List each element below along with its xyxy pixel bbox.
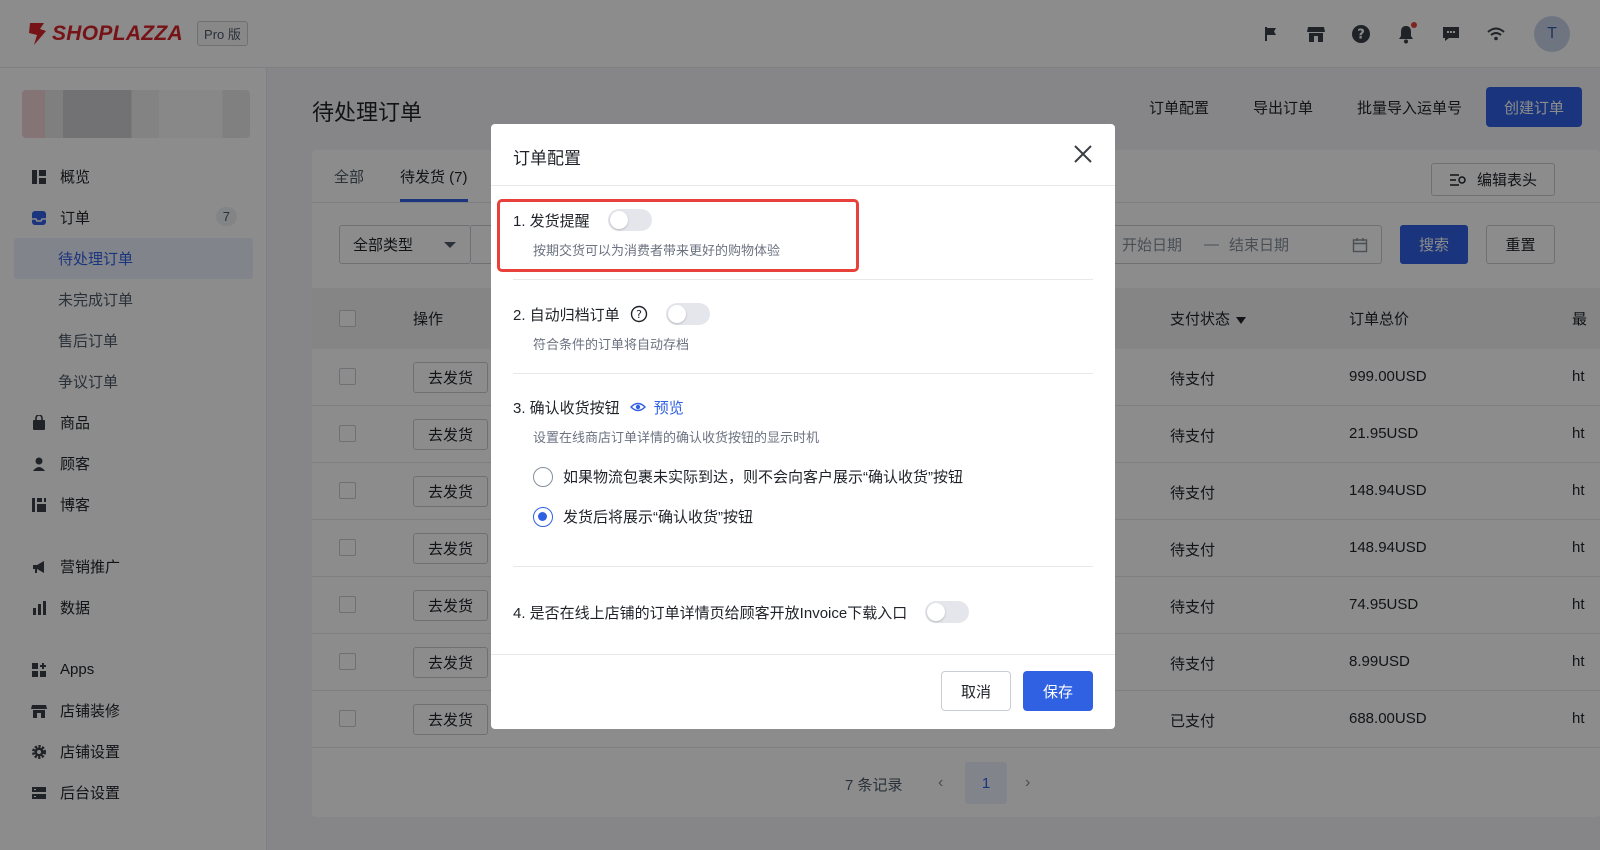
shipping-reminder-toggle[interactable] [607,209,652,231]
question-circle-icon[interactable]: ? [630,305,648,323]
setting-description: 符合条件的订单将自动存档 [533,337,690,352]
order-config-dialog: 订单配置 1. 发货提醒 按期交货可以为消费者带来更好的购物体验 2. 自动归档… [491,124,1115,729]
dialog-footer: 取消 保存 [491,654,1115,729]
radio-option-hide-until-arrived[interactable]: 如果物流包裹未实际到达，则不会向客户展示“确认收货”按钮 [533,466,963,487]
setting-title: 2. 自动归档订单 [513,306,620,324]
preview-link[interactable]: 预览 [629,397,684,418]
radio-label: 发货后将展示“确认收货”按钮 [563,509,753,526]
radio-button[interactable] [533,466,553,487]
eye-icon [629,399,646,415]
setting-description: 按期交货可以为消费者带来更好的购物体验 [533,243,781,258]
setting-shipping-reminder: 1. 发货提醒 按期交货可以为消费者带来更好的购物体验 [513,208,1093,259]
setting-invoice-download: 4. 是否在线上店铺的订单详情页给顾客开放Invoice下载入口 [513,600,1093,624]
radio-label: 如果物流包裹未实际到达，则不会向客户展示“确认收货”按钮 [563,469,963,486]
close-icon[interactable] [1069,140,1097,168]
dialog-header: 订单配置 [491,124,1115,186]
cancel-button[interactable]: 取消 [941,671,1011,711]
dialog-title: 订单配置 [513,149,581,168]
invoice-download-toggle[interactable] [925,601,970,623]
radio-option-show-after-shipping[interactable]: 发货后将展示“确认收货”按钮 [533,506,753,527]
setting-auto-archive: 2. 自动归档订单 ? 符合条件的订单将自动存档 [513,302,1093,353]
setting-title: 3. 确认收货按钮 [513,399,620,417]
preview-label: 预览 [653,399,684,417]
auto-archive-toggle[interactable] [665,303,710,325]
setting-title: 1. 发货提醒 [513,212,590,230]
setting-title: 4. 是否在线上店铺的订单详情页给顾客开放Invoice下载入口 [513,604,908,622]
svg-text:?: ? [636,308,642,321]
save-button[interactable]: 保存 [1023,671,1093,711]
setting-description: 设置在线商店订单详情的确认收货按钮的显示时机 [533,430,820,445]
setting-confirm-receipt: 3. 确认收货按钮 预览 设置在线商店订单详情的确认收货按钮的显示时机 [513,395,1093,446]
radio-button-selected[interactable] [533,506,553,527]
